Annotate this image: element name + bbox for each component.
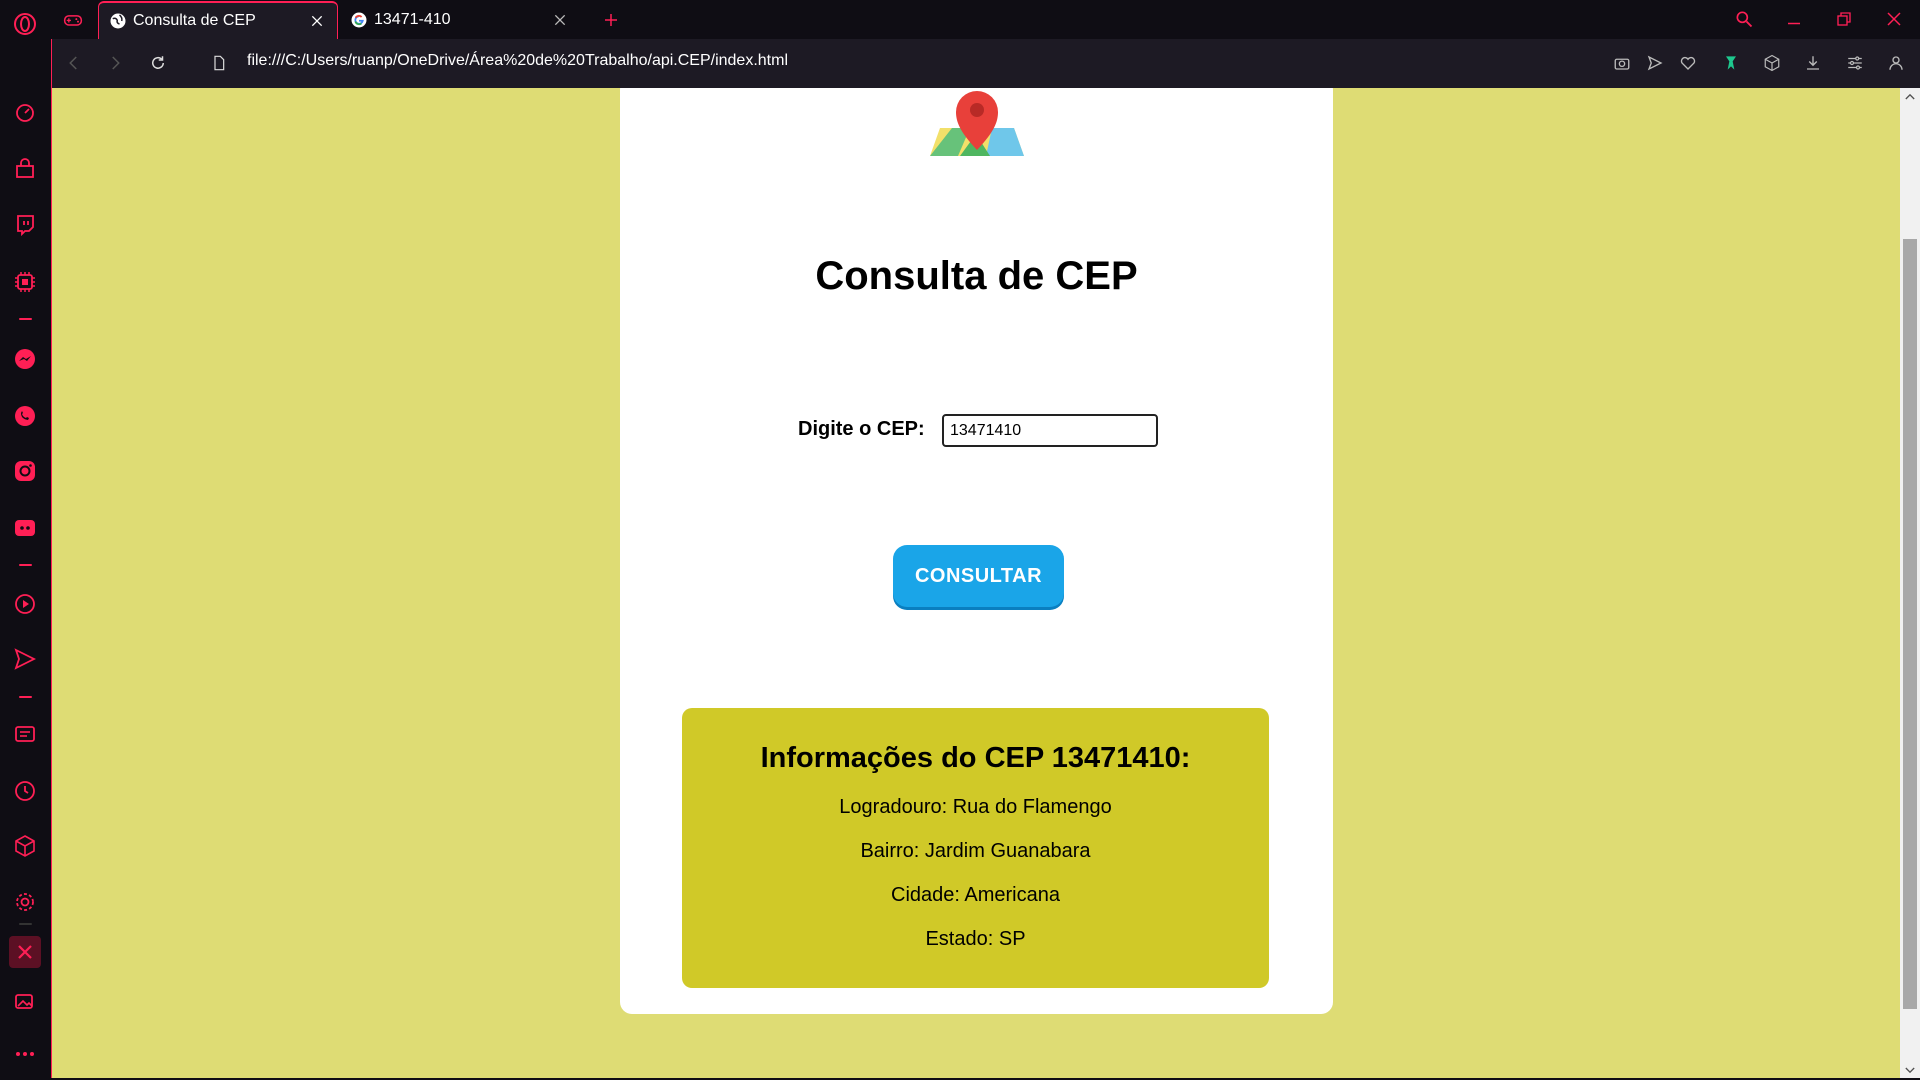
flow-send-icon[interactable] bbox=[9, 643, 41, 675]
search-tabs-icon[interactable] bbox=[1731, 6, 1757, 32]
settings-gear-icon[interactable] bbox=[9, 886, 41, 918]
download-icon[interactable] bbox=[1801, 51, 1825, 75]
close-tab-icon[interactable] bbox=[550, 10, 570, 30]
scroll-down-arrow-icon[interactable] bbox=[1900, 1062, 1920, 1078]
info-bairro: Bairro: Jardim Guanabara bbox=[860, 840, 1091, 862]
tab-consulta-cep[interactable]: Consulta de CEP bbox=[98, 1, 338, 39]
browser-window: Consulta de CEP 13471-410 file:///C:/Use… bbox=[0, 0, 1920, 1080]
url-field[interactable]: file:///C:/Users/ruanp/OneDrive/Área%20d… bbox=[247, 52, 788, 70]
extensions-cube-icon[interactable] bbox=[9, 830, 41, 862]
sidebar-separator bbox=[19, 696, 32, 698]
page-scrollbar[interactable] bbox=[1900, 88, 1920, 1078]
bookmark-heart-icon[interactable] bbox=[1676, 51, 1700, 75]
shopping-icon[interactable] bbox=[9, 153, 41, 185]
sidebar-separator bbox=[19, 564, 32, 566]
profile-icon[interactable] bbox=[1884, 51, 1908, 75]
sidebar-separator bbox=[19, 318, 32, 320]
send-to-flow-icon[interactable] bbox=[1643, 51, 1667, 75]
info-estado: Estado: SP bbox=[925, 928, 1026, 950]
history-icon[interactable] bbox=[9, 775, 41, 807]
restore-window-icon[interactable] bbox=[1831, 6, 1857, 32]
tab-cep-search[interactable]: 13471-410 bbox=[340, 1, 580, 39]
forward-icon[interactable] bbox=[103, 51, 127, 75]
tab-title: Consulta de CEP bbox=[133, 12, 256, 29]
back-icon[interactable] bbox=[62, 51, 86, 75]
reload-icon[interactable] bbox=[146, 51, 170, 75]
more-dots-icon[interactable] bbox=[9, 1038, 41, 1070]
tools-icon[interactable] bbox=[9, 936, 41, 968]
sidebar-separator bbox=[19, 923, 32, 925]
extensions-icon[interactable] bbox=[1760, 51, 1784, 75]
gallery-icon[interactable] bbox=[9, 986, 41, 1018]
close-tab-icon[interactable] bbox=[307, 11, 327, 31]
scroll-up-arrow-icon[interactable] bbox=[1900, 88, 1920, 104]
ai-chip-icon[interactable] bbox=[9, 266, 41, 298]
sidebar bbox=[0, 0, 51, 1080]
tab-strip: Consulta de CEP 13471-410 bbox=[51, 0, 1920, 39]
close-window-icon[interactable] bbox=[1881, 6, 1907, 32]
instagram-icon[interactable] bbox=[9, 455, 41, 487]
address-bar-row: file:///C:/Users/ruanp/OneDrive/Área%20d… bbox=[51, 39, 1920, 88]
tab-title: 13471-410 bbox=[374, 11, 451, 28]
news-icon[interactable] bbox=[9, 718, 41, 750]
page-viewport: Consulta de CEP Digite o CEP: CONSULTAR … bbox=[51, 88, 1900, 1078]
new-tab-plus-icon[interactable] bbox=[599, 8, 623, 32]
opera-logo-icon[interactable] bbox=[9, 8, 41, 40]
page-title: Consulta de CEP bbox=[815, 254, 1138, 298]
info-heading: Informações do CEP 13471410: bbox=[760, 742, 1191, 774]
player-icon[interactable] bbox=[9, 588, 41, 620]
globe-icon bbox=[109, 12, 127, 30]
twitch-icon[interactable] bbox=[9, 209, 41, 241]
speed-dial-icon[interactable] bbox=[9, 96, 41, 128]
whatsapp-icon[interactable] bbox=[9, 400, 41, 432]
cep-label: Digite o CEP: bbox=[798, 418, 925, 440]
extension-runner-icon[interactable] bbox=[1719, 51, 1743, 75]
cep-card: Consulta de CEP Digite o CEP: CONSULTAR … bbox=[620, 88, 1333, 1014]
scrollbar-thumb[interactable] bbox=[1903, 239, 1917, 1009]
workspaces-gamepad-icon[interactable] bbox=[61, 8, 85, 32]
consultar-button[interactable]: CONSULTAR bbox=[893, 545, 1064, 607]
messenger-icon[interactable] bbox=[9, 343, 41, 375]
info-logradouro: Logradouro: Rua do Flamengo bbox=[839, 796, 1112, 818]
easy-setup-icon[interactable] bbox=[1843, 51, 1867, 75]
snapshot-camera-icon[interactable] bbox=[1610, 51, 1634, 75]
cep-info-box: Informações do CEP 13471410: Logradouro:… bbox=[682, 708, 1269, 988]
map-pin-icon bbox=[930, 91, 1024, 156]
file-page-icon bbox=[207, 51, 231, 75]
google-icon bbox=[350, 11, 368, 29]
cep-input[interactable] bbox=[942, 414, 1158, 447]
info-cidade: Cidade: Americana bbox=[891, 884, 1060, 906]
minimize-icon[interactable] bbox=[1781, 6, 1807, 32]
discord-icon[interactable] bbox=[9, 512, 41, 544]
